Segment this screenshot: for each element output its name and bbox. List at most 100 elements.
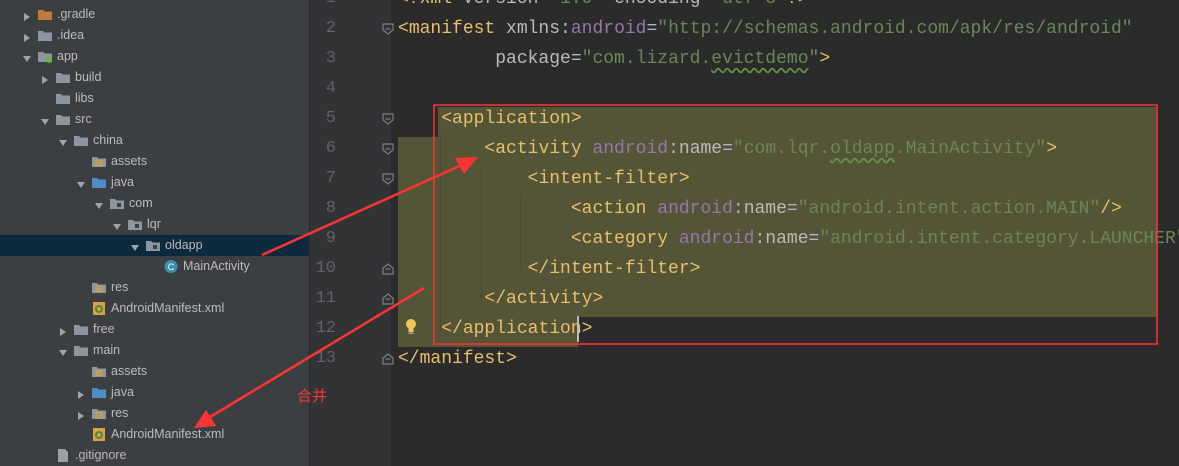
code-token: action	[581, 199, 658, 219]
code-token: application	[462, 319, 582, 339]
code-token: >	[581, 319, 593, 339]
code-line[interactable]: </intent-filter>	[398, 254, 701, 284]
file-icon	[55, 448, 71, 463]
fold-marker-icon[interactable]	[381, 352, 395, 366]
tree-item-label: assets	[111, 364, 148, 378]
code-line[interactable]: <action android:name="android.intent.act…	[398, 194, 1122, 224]
tree-item-libs[interactable]: libs	[0, 88, 309, 109]
tree-item-main[interactable]: main	[0, 340, 309, 361]
fold-marker-icon[interactable]	[381, 142, 395, 156]
chevron-right-icon[interactable]	[76, 408, 86, 420]
code-line[interactable]: package="com.lizard.evictdemo">	[398, 44, 830, 74]
chevron-down-icon[interactable]	[58, 345, 68, 356]
code-token: activity	[506, 289, 593, 309]
lightbulb-icon[interactable]	[404, 318, 418, 336]
line-number: 13	[315, 349, 336, 368]
fold-marker-icon[interactable]	[381, 112, 395, 126]
code-token: <	[570, 199, 582, 219]
fold-marker-icon[interactable]	[381, 292, 395, 306]
tree-item-build[interactable]: build	[0, 67, 309, 88]
chevron-down-icon[interactable]	[112, 219, 122, 230]
code-token: "android.intent.action.MAIN"	[797, 199, 1101, 219]
tree-item-assets[interactable]: assets	[0, 361, 309, 382]
project-tree[interactable]: .gradle .idea app build libs src china assets ja…	[0, 0, 309, 466]
code-token: category	[581, 229, 679, 249]
code-line[interactable]: <?xml version="1.0" encoding="utf-8"?>	[398, 0, 809, 14]
code-token: =	[646, 19, 658, 39]
tree-item-lqr[interactable]: lqr	[0, 214, 309, 235]
class-icon: C	[163, 259, 179, 274]
chevron-right-icon[interactable]	[22, 30, 32, 42]
tree-item-label: java	[111, 385, 134, 399]
fold-marker-icon[interactable]	[381, 172, 395, 186]
code-line[interactable]: <application>	[398, 104, 581, 134]
tree-item-java[interactable]: java	[0, 172, 309, 193]
folder-resource-icon	[91, 406, 107, 421]
tree-item-gitignore[interactable]: .gitignore	[0, 445, 309, 466]
line-number: 8	[325, 199, 336, 218]
code-token: >	[819, 49, 831, 69]
tree-item-label: res	[111, 280, 129, 294]
code-token: </	[441, 319, 463, 339]
folder-icon	[55, 112, 71, 127]
tree-item-com[interactable]: com	[0, 193, 309, 214]
chevron-right-icon[interactable]	[58, 324, 68, 336]
code-token: "android.intent.category.LAUNCHER"	[819, 229, 1179, 249]
chevron-right-icon[interactable]	[40, 72, 50, 84]
code-token: <?	[398, 0, 420, 9]
line-number: 1	[296, 0, 336, 14]
code-token: =	[808, 229, 820, 249]
chevron-down-icon[interactable]	[94, 198, 104, 209]
code-line[interactable]: <intent-filter>	[398, 164, 690, 194]
merge-label: 合并	[297, 388, 328, 405]
tree-item-label: app	[57, 49, 78, 63]
code-token: xmlns	[506, 19, 561, 39]
code-line[interactable]: <manifest xmlns:android="http://schemas.…	[398, 14, 1133, 44]
tree-item-china[interactable]: china	[0, 130, 309, 151]
chevron-down-icon[interactable]	[22, 51, 32, 62]
chevron-right-icon[interactable]	[76, 387, 86, 399]
code-token: <	[570, 229, 582, 249]
tree-item-label: com	[129, 196, 153, 210]
folder-icon	[55, 91, 71, 106]
code-token: =	[701, 0, 712, 9]
line-number: 3	[325, 49, 336, 68]
code-token: </	[527, 259, 550, 279]
code-line[interactable]: <activity android:name="com.lqr.oldapp.M…	[398, 134, 1057, 164]
folder-icon	[73, 322, 89, 337]
chevron-right-icon[interactable]	[22, 9, 32, 21]
tree-item-androidmanifest-xml[interactable]: AndroidManifest.xml	[0, 298, 309, 319]
tree-item-mainactivity[interactable]: C MainActivity	[0, 256, 309, 277]
tree-item-java[interactable]: java	[0, 382, 309, 403]
fold-marker-icon[interactable]	[381, 22, 395, 36]
tree-item-label: java	[111, 175, 134, 189]
code-token: >	[592, 289, 604, 309]
code-line[interactable]: </application>	[398, 314, 592, 344]
tree-item-res[interactable]: res	[0, 403, 309, 424]
tree-item-idea[interactable]: .idea	[0, 25, 309, 46]
folder-package-icon	[127, 217, 143, 232]
tree-item-res[interactable]: res	[0, 277, 309, 298]
fold-marker-icon[interactable]	[381, 262, 395, 276]
chevron-down-icon[interactable]	[130, 240, 140, 251]
chevron-down-icon[interactable]	[76, 177, 86, 188]
tree-item-label: china	[93, 133, 123, 147]
code-line[interactable]: </manifest>	[398, 344, 517, 374]
tree-item-androidmanifest-xml[interactable]: AndroidManifest.xml	[0, 424, 309, 445]
chevron-down-icon[interactable]	[40, 114, 50, 125]
code-line[interactable]: <category android:name="android.intent.c…	[398, 224, 1179, 254]
chevron-down-icon[interactable]	[58, 135, 68, 146]
tree-item-gradle[interactable]: .gradle	[0, 4, 309, 25]
folder-icon	[55, 70, 71, 85]
tree-item-label: assets	[111, 154, 148, 168]
folder-package-icon	[145, 238, 161, 253]
tree-item-assets[interactable]: assets	[0, 151, 309, 172]
code-token: android	[592, 139, 669, 159]
tree-item-app[interactable]: app	[0, 46, 309, 67]
tree-item-oldapp[interactable]: oldapp	[0, 235, 309, 256]
tree-item-src[interactable]: src	[0, 109, 309, 130]
tree-item-free[interactable]: free	[0, 319, 309, 340]
code-line[interactable]: </activity>	[398, 284, 603, 314]
